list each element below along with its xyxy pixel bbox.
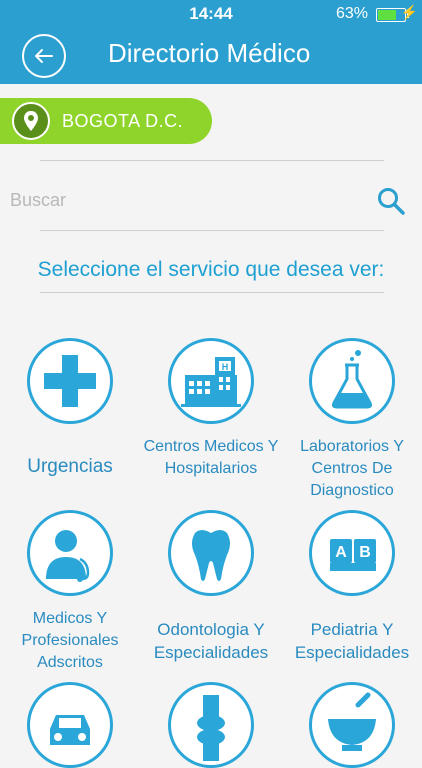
service-label: Pediatria Y Especialidades: [294, 620, 410, 662]
location-selector[interactable]: BOGOTA D.C.: [0, 98, 212, 144]
battery-percentage: 63%: [335, 5, 368, 22]
arrow-left-icon: [35, 49, 53, 63]
divider: [40, 292, 384, 293]
abc-blocks-icon: A B: [309, 510, 395, 596]
service-transport[interactable]: [0, 682, 140, 768]
mortar-pestle-icon: [309, 682, 395, 768]
service-prompt: Seleccione el servicio que desea ver:: [37, 258, 385, 281]
ambulance-car-icon: [27, 682, 113, 768]
search-icon[interactable]: [376, 186, 406, 216]
service-ortopedia[interactable]: [141, 682, 281, 768]
service-label: Laboratorios Y Centros De Diagnostico: [300, 438, 404, 499]
knee-joint-icon: [168, 682, 254, 768]
service-medicos[interactable]: Medicos Y Profesionales Adscritos: [0, 510, 140, 671]
cross-icon: [27, 338, 113, 424]
divider: [40, 160, 384, 161]
status-bar: 14:44 63% ⚡: [0, 0, 422, 26]
service-pediatria[interactable]: A B Pediatria Y Especialidades: [282, 510, 422, 670]
flask-icon: [309, 338, 395, 424]
search-input[interactable]: Buscar: [0, 170, 422, 225]
location-label: BOGOTA D.C.: [62, 111, 184, 131]
back-button[interactable]: [22, 34, 66, 78]
service-label: Odontologia Y Especialidades: [153, 620, 269, 662]
service-label: Centros Medicos Y Hospitalarios: [143, 438, 279, 477]
svg-text:H: H: [222, 362, 229, 372]
svg-text:A: A: [335, 544, 347, 561]
charging-icon: ⚡: [400, 4, 418, 20]
service-urgencias[interactable]: Urgencias: [0, 338, 140, 498]
service-odontologia[interactable]: Odontologia Y Especialidades: [141, 510, 281, 670]
service-farmacia[interactable]: [282, 682, 422, 768]
location-pin-icon: [12, 102, 50, 140]
search-placeholder: Buscar: [10, 190, 67, 210]
service-laboratorios[interactable]: Laboratorios Y Centros De Diagnostico: [282, 338, 422, 499]
tooth-icon: [168, 510, 254, 596]
service-label: Medicos Y Profesionales Adscritos: [21, 610, 119, 671]
service-label: Urgencias: [27, 456, 113, 477]
service-centros-medicos[interactable]: H Centros Medicos Y Hospitalarios: [141, 338, 281, 498]
svg-text:B: B: [359, 544, 371, 561]
doctor-icon: [27, 510, 113, 596]
divider: [40, 230, 384, 231]
hospital-icon: H: [168, 338, 254, 424]
app-bar: Directorio Médico: [0, 26, 422, 84]
page-title: Directorio Médico: [108, 38, 311, 68]
